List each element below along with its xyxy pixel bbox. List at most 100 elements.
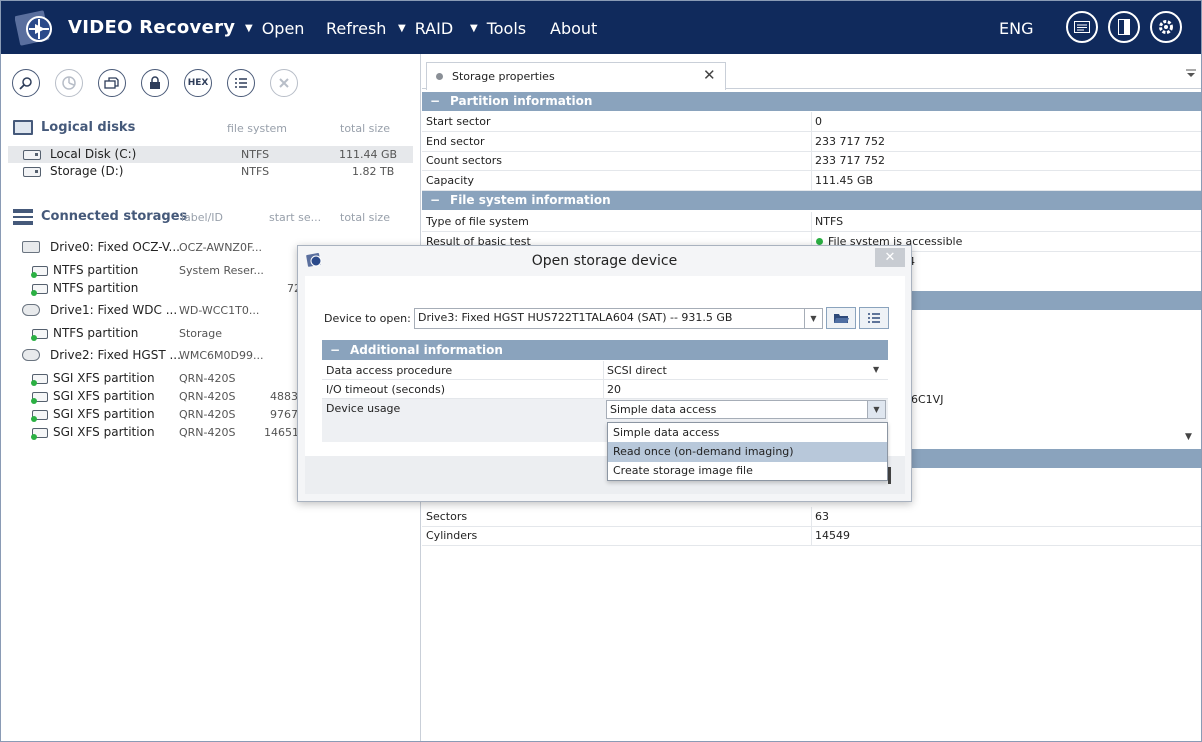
dialog-close-button[interactable]: ✕	[875, 248, 905, 267]
device-usage-select[interactable]: Simple data access ▼	[606, 400, 886, 419]
property-row: End sector 233 717 752	[422, 132, 1201, 152]
option-read-once[interactable]: Read once (on-demand imaging)	[608, 442, 887, 462]
partition-icon	[31, 329, 48, 341]
col-start-sector: start se...	[269, 211, 322, 224]
storage-name: NTFS partition	[53, 263, 139, 277]
menu-raid[interactable]: ▼ RAID	[398, 19, 453, 38]
menu-open[interactable]: ▼ Open	[245, 19, 304, 38]
device-to-open-label: Device to open:	[324, 312, 411, 325]
storage-label: WMC6M0D99...	[179, 349, 264, 362]
property-key: Type of file system	[426, 215, 529, 228]
settings-icon	[1159, 20, 1173, 34]
list-button[interactable]	[227, 69, 255, 97]
property-value: 233 717 752	[815, 154, 885, 167]
connected-storages-icon	[13, 209, 33, 225]
storage-name: SGI XFS partition	[53, 425, 155, 439]
language-selector[interactable]: ENG	[999, 19, 1033, 38]
fs-info-group[interactable]: − File system information	[422, 191, 1201, 210]
scan-icon	[62, 76, 76, 90]
open-file-button[interactable]	[98, 69, 126, 97]
storage-label: Storage	[179, 327, 223, 340]
scan-button[interactable]	[55, 69, 83, 97]
io-timeout-value[interactable]: 20	[607, 383, 621, 396]
settings-button[interactable]	[1150, 11, 1182, 43]
device-select-value: Drive3: Fixed HGST HUS722T1TALA604 (SAT)…	[418, 311, 733, 324]
partition-icon	[31, 374, 48, 386]
storage-label: QRN-420S	[179, 390, 236, 403]
dropdown-arrow-icon: ▼	[398, 23, 406, 34]
panel-button[interactable]	[1108, 11, 1140, 43]
column-divider	[811, 132, 812, 152]
storage-label: WD-WCC1T0...	[179, 304, 260, 317]
group-title: File system information	[450, 193, 611, 207]
partition-icon	[31, 284, 48, 296]
logical-disk-fs: NTFS	[241, 165, 270, 178]
dropdown-arrow-icon: ▼	[245, 23, 253, 34]
device-select[interactable]: Drive3: Fixed HGST HUS722T1TALA604 (SAT)…	[414, 308, 823, 329]
dropdown-arrow-icon[interactable]: ▼	[1185, 432, 1192, 442]
list-icon	[235, 78, 247, 88]
logical-disk-size: 1.82 TB	[352, 165, 395, 178]
tab-menu-icon[interactable]	[1185, 69, 1197, 79]
column-divider	[811, 151, 812, 171]
tab-storage-properties[interactable]: Storage properties ✕	[426, 62, 726, 90]
menu-tools-label: Tools	[486, 19, 527, 38]
lock-button[interactable]	[141, 69, 169, 97]
tab-bar: Storage properties ✕	[422, 54, 1201, 90]
search-icon	[19, 77, 32, 90]
chevron-down-icon[interactable]: ▼	[873, 365, 879, 374]
property-row: Start sector 0	[422, 112, 1201, 132]
property-row: Count sectors 233 717 752	[422, 151, 1201, 171]
menu-refresh-label: Refresh	[326, 19, 387, 38]
device-usage-value: Simple data access	[610, 403, 717, 416]
option-simple-data-access[interactable]: Simple data access	[608, 423, 887, 443]
chevron-down-icon: ▼	[867, 401, 885, 418]
partition-icon	[31, 266, 48, 278]
search-button[interactable]	[12, 69, 40, 97]
property-key: Device usage	[326, 402, 401, 415]
footer-button-edge	[888, 467, 891, 484]
chevron-down-icon: ▼	[804, 309, 822, 328]
tab-close-icon[interactable]: ✕	[703, 66, 716, 84]
browse-folder-button[interactable]	[826, 307, 856, 329]
app-title: VIDEO Recovery	[68, 17, 236, 38]
property-key: Capacity	[426, 174, 475, 187]
collapse-icon: −	[430, 94, 441, 108]
close-button[interactable]	[270, 69, 298, 97]
column-divider	[811, 507, 812, 527]
storage-name: SGI XFS partition	[53, 371, 155, 385]
storage-name: NTFS partition	[53, 281, 139, 295]
hex-button[interactable]: HEX	[184, 69, 212, 97]
list-icon	[868, 313, 880, 323]
device-list-button[interactable]	[859, 307, 889, 329]
collapse-icon: −	[330, 343, 341, 357]
property-key: Start sector	[426, 115, 491, 128]
property-value: 14549	[815, 529, 850, 542]
menu-tools[interactable]: ▼ Tools	[470, 19, 526, 38]
col-total-size: total size	[340, 211, 390, 224]
storage-name: SGI XFS partition	[53, 389, 155, 403]
storage-label: QRN-420S	[179, 372, 236, 385]
tab-dot-icon	[436, 73, 443, 80]
dialog-title: Open storage device	[531, 253, 678, 269]
col-file-system: file system	[227, 122, 288, 135]
data-access-value[interactable]: SCSI direct	[607, 364, 667, 377]
additional-info-group[interactable]: − Additional information	[322, 340, 888, 360]
property-value: 0	[815, 115, 822, 128]
logical-disk-name: Local Disk (C:)	[50, 147, 137, 161]
log-button[interactable]	[1066, 11, 1098, 43]
partition-icon	[31, 410, 48, 422]
option-create-image-file[interactable]: Create storage image file	[608, 461, 887, 481]
dialog-property-row: Data access procedure SCSI direct ▼	[322, 361, 888, 380]
logical-disks-icon	[13, 120, 33, 135]
property-value: NTFS	[815, 215, 844, 228]
open-file-icon	[104, 77, 119, 89]
menu-refresh[interactable]: Refresh	[326, 19, 386, 38]
header-bar: VIDEO Recovery ▼ Open Refresh ▼ RAID ▼ Tool…	[1, 1, 1201, 54]
collapse-icon: −	[430, 193, 441, 207]
storage-name: SGI XFS partition	[53, 407, 155, 421]
menu-about[interactable]: About	[550, 19, 597, 38]
partition-info-group[interactable]: − Partition information	[422, 92, 1201, 111]
storage-name: Drive1: Fixed WDC ...	[50, 303, 178, 317]
dialog-property-row: I/O timeout (seconds) 20	[322, 380, 888, 399]
